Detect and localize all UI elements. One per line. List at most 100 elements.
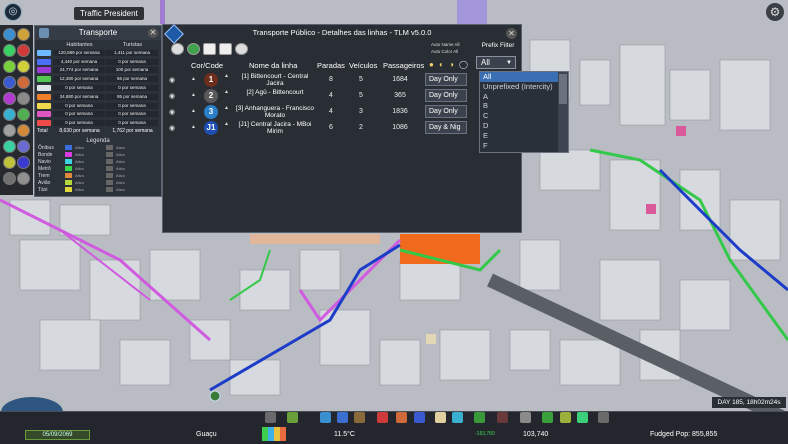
road-tool-icon[interactable] [265, 412, 276, 423]
eye-icon[interactable]: ◉ [169, 76, 175, 84]
money-icon[interactable] [542, 412, 553, 423]
tools-icon[interactable] [3, 172, 16, 185]
auto-color-all-button[interactable]: Auto Color All [431, 49, 458, 54]
line-time-select[interactable]: Day Only [425, 89, 467, 102]
eye-icon[interactable]: ◉ [169, 124, 175, 132]
garbage-icon[interactable] [3, 60, 16, 73]
close-icon[interactable]: ✕ [506, 28, 517, 39]
education-tool-icon[interactable] [435, 412, 446, 423]
water-icon[interactable] [3, 28, 16, 41]
health-tool-icon[interactable] [377, 412, 388, 423]
chevron-down-icon: ▼ [506, 60, 512, 66]
game-logo-icon[interactable]: ◎ [4, 3, 22, 21]
fire-icon[interactable] [17, 76, 30, 89]
scrollbar-thumb[interactable] [559, 74, 567, 104]
col-header-line-name[interactable]: Nome da linha [249, 61, 297, 70]
fire-tool-icon[interactable] [396, 412, 407, 423]
park-icon[interactable] [3, 44, 16, 57]
noise-icon[interactable] [3, 108, 16, 121]
gear-icon[interactable]: ⚙ [766, 3, 784, 21]
line-row[interactable]: ◉ ▲ 3 ▲ [3] Anhanguera - Francisco Morato 4 3 1… [163, 105, 467, 120]
pollution-icon[interactable] [3, 156, 16, 169]
col-header-stops[interactable]: Paradas [317, 61, 345, 70]
settings-small-icon[interactable] [17, 172, 30, 185]
policies-icon[interactable] [560, 412, 571, 423]
electricity-icon[interactable] [17, 28, 30, 41]
prefix-option[interactable]: D [480, 121, 568, 131]
line-name[interactable]: [J1] Central Jacira - MBoi Mirim [233, 121, 317, 135]
line-vehicles: 5 [359, 92, 363, 99]
garbage-tool-icon[interactable] [354, 412, 365, 423]
line-code-badge[interactable]: 3 [204, 105, 218, 119]
eye-icon[interactable]: ◉ [169, 92, 175, 100]
line-time-select[interactable]: Day & Nig [425, 121, 467, 134]
day-night-icon[interactable]: ◑ [449, 60, 454, 69]
roads-icon[interactable] [17, 92, 30, 105]
move-up-icon[interactable]: ▲ [191, 76, 196, 82]
prefix-option[interactable]: All [480, 72, 568, 82]
monument-icon[interactable] [520, 412, 531, 423]
bulldozer-icon[interactable] [598, 412, 609, 423]
unique-building-icon[interactable] [497, 412, 508, 423]
areas-icon[interactable] [577, 412, 588, 423]
day-icon[interactable]: ● [429, 60, 434, 69]
districts-icon[interactable] [3, 124, 16, 137]
transport-tool-icon[interactable] [452, 412, 463, 423]
close-icon[interactable]: ✕ [148, 28, 158, 38]
night-icon[interactable]: ◐ [439, 60, 444, 69]
line-code-badge[interactable]: J1 [204, 121, 218, 135]
dropdown-scrollbar[interactable] [558, 72, 568, 152]
land-value-icon[interactable] [17, 108, 30, 121]
line-row[interactable]: ◉ ▲ J1 ▲ [J1] Central Jacira - MBoi Mirim 6 2 1… [163, 121, 467, 136]
health-icon[interactable] [17, 44, 30, 57]
move-up-icon[interactable]: ▲ [191, 124, 196, 130]
line-time-select[interactable]: Day Only [425, 105, 467, 118]
tourism-icon[interactable] [17, 124, 30, 137]
line-row[interactable]: ◉ ▲ 1 ▲ [1] Bittencourt - Central Jacira 8 5 16… [163, 73, 467, 88]
prefix-option[interactable]: Unprefixed (Intercity) [480, 82, 568, 92]
col-header-passengers[interactable]: Passageiros [383, 61, 424, 70]
park-tool-icon[interactable] [474, 412, 485, 423]
prefix-option[interactable]: B [480, 101, 568, 111]
line-name[interactable]: [1] Bittencourt - Central Jacira [233, 73, 317, 87]
eye-icon[interactable]: ◉ [169, 108, 175, 116]
nature-icon[interactable] [17, 156, 30, 169]
filter-tram-icon[interactable] [203, 43, 216, 55]
move-down-icon[interactable]: ▲ [224, 121, 229, 127]
move-up-icon[interactable]: ▲ [191, 108, 196, 114]
prefix-option[interactable]: F [480, 141, 568, 151]
prefix-option[interactable]: A [480, 92, 568, 102]
line-code-badge[interactable]: 1 [204, 73, 218, 87]
move-down-icon[interactable]: ▲ [224, 73, 229, 79]
traffic-president-tag[interactable]: Traffic President [74, 7, 144, 20]
auto-name-all-button[interactable]: Auto Name All [431, 42, 460, 47]
city-name[interactable]: Guaçu [196, 431, 217, 438]
filter-metro-icon[interactable] [219, 43, 232, 55]
filter-train-icon[interactable] [235, 43, 248, 55]
move-up-icon[interactable]: ▲ [191, 92, 196, 98]
line-time-select[interactable]: Day Only [425, 73, 467, 86]
traffic-icon[interactable] [17, 140, 30, 153]
move-down-icon[interactable]: ▲ [224, 105, 229, 111]
water-tool-icon[interactable] [337, 412, 348, 423]
move-down-icon[interactable]: ▲ [224, 89, 229, 95]
disabled-icon[interactable]: ◯ [459, 60, 468, 69]
police-icon[interactable] [3, 76, 16, 89]
wind-icon[interactable] [3, 140, 16, 153]
filter-all-icon[interactable] [171, 43, 184, 55]
transport-icon[interactable] [3, 92, 16, 105]
police-tool-icon[interactable] [414, 412, 425, 423]
electricity-tool-icon[interactable] [320, 412, 331, 423]
line-name[interactable]: [2] Agü - Bittencourt [233, 89, 317, 96]
col-header-color-code[interactable]: Cor/Code [191, 61, 223, 70]
prefix-option[interactable]: C [480, 111, 568, 121]
filter-bus-icon[interactable] [187, 43, 200, 55]
education-icon[interactable] [17, 60, 30, 73]
line-row[interactable]: ◉ ▲ 2 ▲ [2] Agü - Bittencourt 4 5 365 Day Only [163, 89, 467, 104]
line-code-badge[interactable]: 2 [204, 89, 218, 103]
line-name[interactable]: [3] Anhanguera - Francisco Morato [233, 105, 317, 119]
col-header-vehicles[interactable]: Veículos [349, 61, 377, 70]
prefix-option[interactable]: E [480, 131, 568, 141]
prefix-filter-select[interactable]: All ▼ [476, 56, 516, 69]
zoning-icon[interactable] [287, 412, 298, 423]
